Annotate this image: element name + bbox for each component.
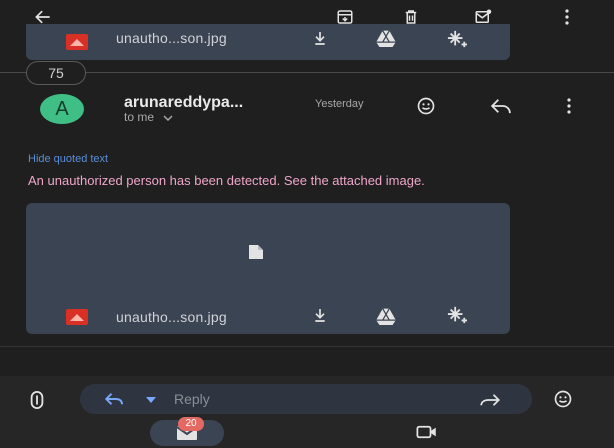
hide-quoted-text-link[interactable]: Hide quoted text	[28, 153, 108, 165]
drive-icon[interactable]	[376, 307, 396, 325]
forward-icon[interactable]	[478, 393, 502, 407]
recipient-details[interactable]: to me	[124, 110, 173, 124]
video-camera-icon[interactable]	[416, 425, 438, 439]
thread-divider	[0, 72, 614, 73]
message-time: Yesterday	[315, 98, 364, 110]
attach-icon[interactable]	[30, 391, 44, 409]
attachment-preview-card[interactable]: unautho...son.jpg	[26, 203, 510, 334]
download-icon[interactable]	[312, 307, 328, 323]
file-icon	[248, 244, 264, 260]
collapsed-messages-count[interactable]: 75	[26, 61, 86, 85]
image-file-icon	[66, 309, 88, 325]
add-to-photos-icon[interactable]	[446, 305, 468, 325]
image-file-icon	[66, 34, 88, 50]
recipient-label: to me	[124, 110, 155, 124]
content-separator	[0, 346, 614, 347]
message-more-icon[interactable]	[566, 98, 572, 114]
reply-type-icon[interactable]	[104, 392, 126, 406]
emoji-reaction-icon[interactable]	[416, 96, 436, 116]
attachment-file-name: unautho...son.jpg	[116, 309, 227, 325]
avatar[interactable]: A	[40, 94, 84, 124]
add-to-photos-icon[interactable]	[446, 29, 468, 49]
chevron-down-icon[interactable]	[146, 397, 156, 403]
attachment-file-name: unautho...son.jpg	[116, 30, 227, 46]
more-vert-icon[interactable]	[556, 6, 578, 28]
reply-icon[interactable]	[490, 98, 512, 114]
emoji-icon[interactable]	[553, 389, 573, 409]
download-icon[interactable]	[312, 30, 328, 46]
attachment-card[interactable]: unautho...son.jpg	[26, 24, 510, 60]
drive-icon[interactable]	[376, 29, 396, 47]
message-body: An unauthorized person has been detected…	[28, 173, 425, 188]
chevron-down-icon	[163, 115, 173, 121]
reply-placeholder[interactable]: Reply	[174, 391, 210, 407]
unread-count-badge: 20	[178, 417, 204, 431]
